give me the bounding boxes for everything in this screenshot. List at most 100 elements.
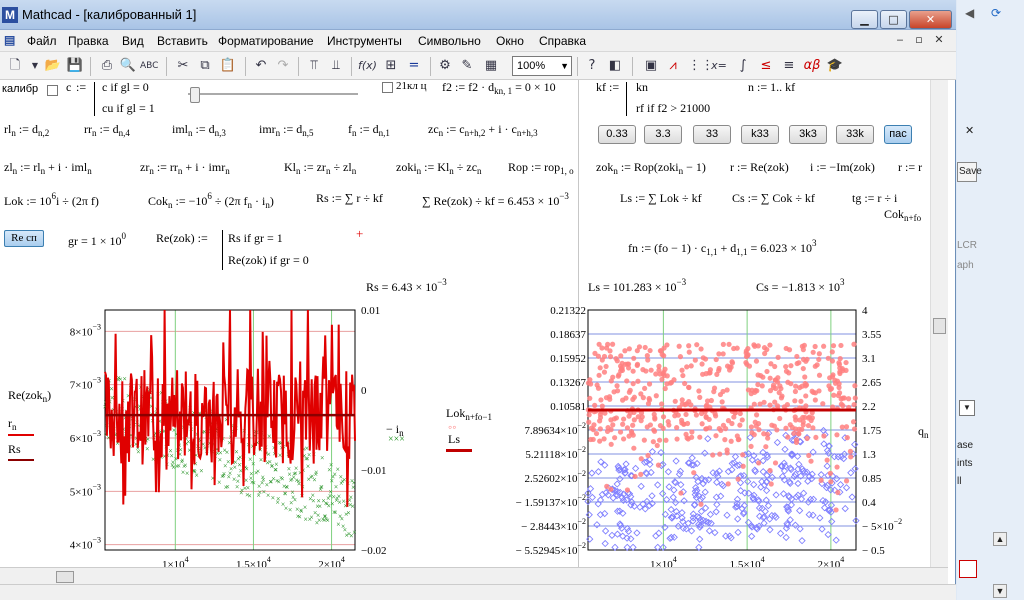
menu-edit[interactable]: Правка: [68, 34, 109, 48]
new-dropdown-icon[interactable]: ▼: [26, 57, 44, 75]
ls-value[interactable]: Ls = 101.283 × 10−3: [588, 277, 686, 295]
mdi-close-button[interactable]: ✕: [931, 33, 947, 48]
close-x-icon[interactable]: ✕: [965, 124, 974, 137]
evaluation-toolbar-icon[interactable]: x=: [710, 57, 728, 75]
zok-definition[interactable]: zokn := Rop(zokin − 1): [596, 160, 706, 176]
zoom-select[interactable]: 100% ▼: [512, 56, 572, 76]
help-icon[interactable]: ?: [583, 57, 601, 75]
align-down-icon[interactable]: ⫫: [327, 57, 345, 75]
maximize-button[interactable]: □: [880, 10, 907, 29]
back-arrow-icon[interactable]: ◀: [965, 6, 974, 20]
tg-definition[interactable]: tg := r ÷ i: [852, 191, 897, 206]
r-definition[interactable]: r := Re(zok): [730, 160, 789, 175]
rs-value[interactable]: Rs = 6.43 × 10−3: [366, 277, 447, 295]
calibration-slider[interactable]: [188, 87, 358, 103]
cs-value[interactable]: Cs = −1.813 × 103: [756, 277, 844, 295]
kf-rf-line[interactable]: rf if f2 > 21000: [636, 101, 710, 116]
re-zok-function[interactable]: Re(zok) :=: [156, 231, 208, 246]
redo-icon[interactable]: ↷: [274, 57, 292, 75]
mdi-restore-button[interactable]: ▫: [911, 33, 927, 48]
imr-definition[interactable]: imrn := dn,5: [259, 122, 314, 138]
kalibr-checkbox[interactable]: [47, 85, 58, 96]
cut-icon[interactable]: ✂: [174, 57, 192, 75]
iml-definition[interactable]: imln := dn,3: [172, 122, 226, 138]
scroll-up-icon[interactable]: ▲: [993, 532, 1007, 546]
vertical-scrollbar[interactable]: [930, 80, 948, 567]
21kl-checkbox[interactable]: [382, 82, 393, 93]
open-folder-icon[interactable]: 📂: [44, 57, 62, 75]
recalc-button[interactable]: Re сп: [4, 230, 44, 247]
range-button-3-3[interactable]: 3.3: [644, 125, 682, 144]
menu-format[interactable]: Форматирование: [218, 34, 314, 48]
c-if-line[interactable]: c if gl = 0: [102, 80, 149, 95]
calculate-icon[interactable]: =: [405, 57, 423, 75]
worksheet[interactable]: калибр c := c if gl = 0 cu if gl = 1 21к…: [0, 80, 948, 567]
zc-definition[interactable]: zcn := cn+h,2 + i · cn+h,3: [428, 122, 538, 138]
rl-definition[interactable]: rln := dn,2: [4, 122, 49, 138]
symbolic-toolbar-icon[interactable]: 🎓: [826, 57, 844, 75]
save-button[interactable]: Save: [957, 162, 982, 182]
re-zok-line[interactable]: Re(zok) if gr = 0: [228, 253, 309, 268]
menu-window[interactable]: Окно: [496, 34, 524, 48]
chart-re-zok[interactable]: 8×10−3 7×10−3 6×10−3 5×10−3 4×10−3 0.01 0 −0.01…: [0, 300, 420, 567]
kl-definition[interactable]: Kln := zrn ÷ zln: [284, 160, 356, 176]
r-truncated[interactable]: r := r: [898, 160, 922, 175]
ls-definition[interactable]: Ls := ∑ Lok ÷ kf: [620, 191, 702, 206]
fn-result[interactable]: fn := (fo − 1) · c1,1 + d1,1 = 6.023 × 1…: [628, 238, 817, 257]
new-document-icon[interactable]: 🗋: [6, 57, 24, 75]
range-button-33k[interactable]: 33k: [836, 125, 874, 144]
pas-button[interactable]: пас: [884, 125, 912, 144]
vertical-scroll-thumb[interactable]: [933, 318, 946, 334]
range-button-0-33[interactable]: 0.33: [598, 125, 636, 144]
range-button-3k3[interactable]: 3k3: [789, 125, 827, 144]
programming-toolbar-icon[interactable]: ≡: [780, 57, 798, 75]
menu-view[interactable]: Вид: [122, 34, 144, 48]
zoki-definition[interactable]: zokin := Kln ÷ zcn: [396, 160, 482, 176]
scroll-down-icon[interactable]: ▼: [993, 584, 1007, 598]
rs-definition[interactable]: Rs := ∑ r ÷ kf: [316, 191, 383, 206]
greek-toolbar-icon[interactable]: αβ: [803, 57, 821, 75]
resource-icon[interactable]: ✎: [458, 57, 476, 75]
cok-definition[interactable]: Cokn := −106 ÷ (2π fn · in): [148, 191, 274, 210]
slider-thumb[interactable]: [190, 87, 200, 103]
matrix-toolbar-icon[interactable]: ⋮⋮: [688, 57, 714, 75]
close-button[interactable]: ✕: [909, 10, 952, 29]
c-variable[interactable]: c: [66, 80, 71, 95]
insert-image-icon[interactable]: ▦: [482, 57, 500, 75]
horizontal-scrollbar[interactable]: [0, 567, 948, 584]
cs-definition[interactable]: Cs := ∑ Cok ÷ kf: [732, 191, 815, 206]
menu-symbolics[interactable]: Символьно: [418, 34, 481, 48]
dropdown-icon[interactable]: ▼: [959, 400, 975, 416]
chart-lok[interactable]: 0.21322 4 0.18637 3.55 0.15952 3.1 0.13267 2.65…: [470, 300, 910, 567]
document-icon[interactable]: ▤: [4, 33, 15, 47]
undo-icon[interactable]: ↶: [252, 57, 270, 75]
copy-icon[interactable]: ⧉: [196, 57, 214, 75]
kf-definition[interactable]: kf :=: [596, 80, 619, 95]
menu-help[interactable]: Справка: [539, 34, 586, 48]
rr-definition[interactable]: rrn := dn,4: [84, 122, 130, 138]
i-definition[interactable]: i := −Im(zok): [810, 160, 875, 175]
lok-definition[interactable]: Lok := 106i ÷ (2π f): [4, 191, 99, 209]
graph-toolbar-icon[interactable]: ⩘: [664, 57, 682, 75]
mdi-minimize-button[interactable]: ‒: [892, 33, 908, 48]
resource-center-icon[interactable]: ◧: [606, 57, 624, 75]
gr-result[interactable]: gr = 1 × 100: [68, 231, 126, 249]
menu-insert[interactable]: Вставить: [157, 34, 208, 48]
kf-kn-line[interactable]: kn: [636, 80, 648, 95]
range-button-33[interactable]: 33: [693, 125, 731, 144]
print-preview-icon[interactable]: 🔍: [119, 57, 137, 75]
zl-definition[interactable]: zln := rln + i · imln: [4, 160, 92, 176]
refresh-icon[interactable]: ⟳: [991, 6, 1001, 20]
minimize-button[interactable]: ▁: [851, 10, 878, 29]
save-icon[interactable]: 💾: [66, 57, 84, 75]
f2-expression[interactable]: f2 := f2 · dkn, 1 = 0 × 10: [442, 80, 556, 96]
insert-function-icon[interactable]: f(x): [358, 57, 377, 75]
spell-check-icon[interactable]: ABC: [140, 57, 158, 75]
insert-unit-icon[interactable]: ⊞: [382, 57, 400, 75]
cu-if-line[interactable]: cu if gl = 1: [102, 101, 155, 116]
calculator-toolbar-icon[interactable]: ▣: [642, 57, 660, 75]
range-button-k33[interactable]: k33: [741, 125, 779, 144]
boolean-toolbar-icon[interactable]: ≤: [757, 57, 775, 75]
horizontal-scroll-thumb[interactable]: [56, 571, 74, 583]
calculus-toolbar-icon[interactable]: ∫: [734, 57, 752, 75]
